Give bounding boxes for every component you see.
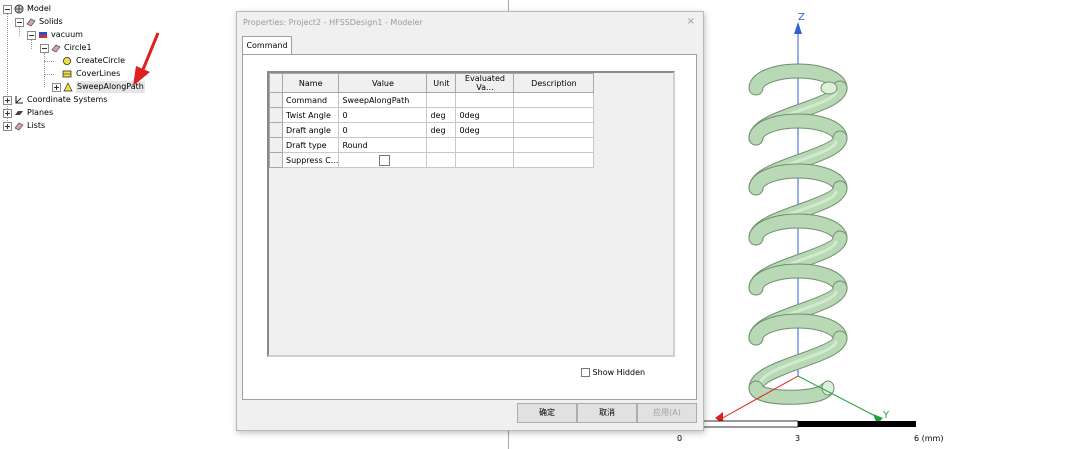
property-value-cell[interactable]: 0 xyxy=(338,122,428,138)
property-value-cell[interactable]: SweepAlongPath xyxy=(338,92,428,108)
expand-icon[interactable] xyxy=(52,83,61,92)
property-row[interactable]: Draft angle 0 deg 0deg xyxy=(269,122,595,138)
close-icon[interactable]: × xyxy=(687,16,695,27)
expand-icon[interactable] xyxy=(3,122,12,131)
suppress-checkbox[interactable] xyxy=(378,154,390,166)
property-description-cell[interactable] xyxy=(513,137,595,153)
properties-dialog: Properties: Project2 - HFSSDesign1 - Mod… xyxy=(236,11,704,431)
property-evaluated-cell[interactable]: 0deg xyxy=(455,122,515,138)
dialog-title: Properties: Project2 - HFSSDesign1 - Mod… xyxy=(243,18,423,27)
expand-icon[interactable] xyxy=(3,96,12,105)
property-evaluated-cell[interactable] xyxy=(455,152,515,168)
collapse-icon[interactable] xyxy=(3,5,12,14)
show-hidden-checkbox[interactable] xyxy=(581,368,590,377)
property-value-cell[interactable] xyxy=(338,152,428,168)
tree-connector xyxy=(31,40,32,49)
property-value-cell[interactable]: Round xyxy=(338,137,428,153)
collapse-icon[interactable] xyxy=(15,18,24,27)
scale-label-6: 6 (mm) xyxy=(914,434,944,443)
y-axis-label: Y xyxy=(883,410,890,421)
cancel-button[interactable]: 取消 xyxy=(577,403,637,423)
lists-icon xyxy=(14,122,24,131)
model-icon xyxy=(14,4,24,14)
property-name-cell: Command xyxy=(281,92,340,108)
column-header[interactable]: Evaluated Va... xyxy=(455,73,515,93)
tree-label: CoverLines xyxy=(76,69,121,78)
property-name-cell: Draft type xyxy=(281,137,340,153)
material-icon xyxy=(39,32,47,38)
column-header[interactable]: Name xyxy=(281,73,340,93)
ok-button[interactable]: 确定 xyxy=(517,403,577,423)
property-name-cell: Twist Angle xyxy=(281,107,340,123)
collapse-icon[interactable] xyxy=(27,31,36,40)
property-description-cell[interactable] xyxy=(513,107,595,123)
property-unit-cell[interactable]: deg xyxy=(426,107,457,123)
tree-label: Solids xyxy=(39,17,63,26)
z-axis-arrow xyxy=(794,22,802,34)
property-evaluated-cell[interactable]: 0deg xyxy=(455,107,515,123)
scale-label-3: 3 xyxy=(795,434,801,443)
helix-end-cap xyxy=(821,380,835,396)
properties-table: Name Value Unit Evaluated Va... Descript… xyxy=(269,73,595,168)
sweep-icon xyxy=(63,82,73,92)
solids-icon xyxy=(26,18,36,27)
tree-label: Model xyxy=(27,4,52,13)
tree-label: Coordinate Systems xyxy=(27,95,108,104)
property-name-cell: Suppress C... xyxy=(281,152,340,168)
property-unit-cell[interactable] xyxy=(426,137,457,153)
apply-button[interactable]: 应用(A) xyxy=(637,403,697,423)
row-header[interactable] xyxy=(269,122,283,138)
cover-lines-icon xyxy=(62,70,72,78)
row-header[interactable] xyxy=(269,92,283,108)
tree-connector xyxy=(44,61,54,62)
tree-label: vacuum xyxy=(51,30,83,39)
column-header[interactable]: Value xyxy=(338,73,428,93)
corner-header xyxy=(269,73,283,93)
row-header[interactable] xyxy=(269,152,283,168)
property-unit-cell[interactable] xyxy=(426,152,457,168)
helix-bottom xyxy=(749,381,833,404)
property-description-cell[interactable] xyxy=(513,92,595,108)
property-evaluated-cell[interactable] xyxy=(455,137,515,153)
tab-panel: Name Value Unit Evaluated Va... Descript… xyxy=(242,54,697,400)
property-value-cell[interactable]: 0 xyxy=(338,107,428,123)
tree-label: CreateCircle xyxy=(76,56,126,65)
property-row[interactable]: Twist Angle 0 deg 0deg xyxy=(269,107,595,123)
tree-label: Circle1 xyxy=(64,43,92,52)
coordinate-system-icon xyxy=(15,96,23,104)
scale-label-0: 0 xyxy=(677,434,683,443)
column-header[interactable]: Unit xyxy=(426,73,457,93)
tree-connector xyxy=(44,74,54,75)
property-row[interactable]: Draft type Round xyxy=(269,137,595,153)
property-description-cell[interactable] xyxy=(513,152,595,168)
property-evaluated-cell[interactable] xyxy=(455,92,515,108)
object-icon xyxy=(51,44,61,53)
planes-icon xyxy=(15,111,23,115)
tree-connector xyxy=(44,53,45,87)
row-header[interactable] xyxy=(269,137,283,153)
property-unit-cell[interactable] xyxy=(426,92,457,108)
show-hidden-option[interactable]: Show Hidden xyxy=(581,368,645,378)
row-header[interactable] xyxy=(269,107,283,123)
scale-bar-black xyxy=(798,421,916,427)
properties-grid: Name Value Unit Evaluated Va... Descript… xyxy=(267,71,675,357)
collapse-icon[interactable] xyxy=(40,44,49,53)
tab-command[interactable]: Command xyxy=(242,36,292,55)
tree-connector xyxy=(19,27,20,36)
z-axis-label: Z xyxy=(798,12,805,23)
tree-label: Lists xyxy=(27,121,46,130)
scale-bar-white xyxy=(699,420,799,428)
helix-end-cap xyxy=(820,81,838,95)
annotation-arrow xyxy=(133,32,160,86)
show-hidden-label: Show Hidden xyxy=(592,368,646,377)
property-unit-cell[interactable]: deg xyxy=(426,122,457,138)
expand-icon[interactable] xyxy=(3,109,12,118)
tree-label: Planes xyxy=(27,108,54,117)
property-name-cell: Draft angle xyxy=(281,122,340,138)
column-header[interactable]: Description xyxy=(513,73,595,93)
circle-icon xyxy=(63,57,71,65)
property-description-cell[interactable] xyxy=(513,122,595,138)
property-row[interactable]: Suppress C... xyxy=(269,152,595,168)
property-row[interactable]: Command SweepAlongPath xyxy=(269,92,595,108)
